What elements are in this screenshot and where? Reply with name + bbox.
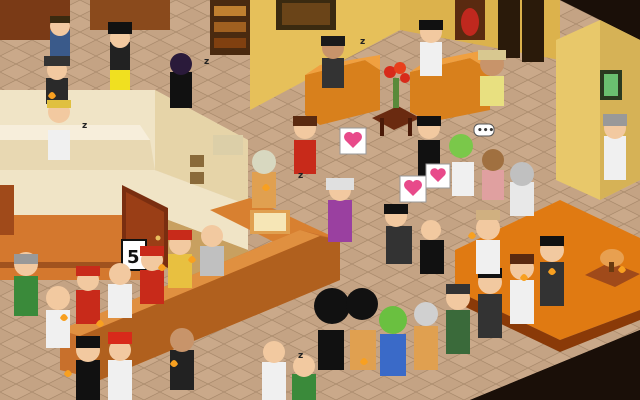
heart-sign-icon	[399, 175, 427, 203]
avatar[interactable]	[108, 263, 132, 318]
sign-number: 5	[127, 247, 140, 268]
heart-sign-icon	[425, 163, 451, 189]
avatar[interactable]	[200, 225, 224, 276]
avatar[interactable]	[14, 252, 38, 316]
avatar[interactable]	[510, 162, 534, 216]
avatar[interactable]	[379, 306, 407, 376]
avatar[interactable]	[326, 178, 354, 242]
avatar[interactable]	[108, 22, 132, 90]
red-vase	[461, 8, 479, 36]
avatar[interactable]	[252, 150, 276, 208]
right-pillar	[556, 20, 640, 200]
key-rack[interactable]	[0, 185, 14, 235]
avatar[interactable]	[482, 149, 504, 200]
avatar[interactable]	[476, 210, 500, 274]
avatar[interactable]	[321, 36, 345, 88]
speech-bubble-text: •••	[477, 126, 494, 136]
avatar[interactable]	[140, 246, 164, 304]
game-room-scene[interactable]: 5 ••• z z z z z	[0, 0, 640, 400]
avatar[interactable]	[170, 53, 192, 108]
sleep-z-icon: z	[298, 171, 303, 181]
avatar[interactable]	[262, 341, 286, 400]
avatar[interactable]	[76, 266, 100, 324]
avatar[interactable]	[170, 328, 194, 390]
avatar[interactable]	[446, 284, 470, 354]
avatar[interactable]	[292, 355, 316, 400]
avatar[interactable]	[414, 302, 438, 370]
avatar[interactable]	[478, 268, 502, 338]
avatar[interactable]	[478, 50, 506, 106]
room-canvas[interactable]: 5 ••• z z z z z	[0, 0, 640, 400]
sleep-z-icon: z	[204, 57, 209, 67]
sleep-z-icon: z	[360, 37, 365, 47]
avatar[interactable]	[449, 134, 474, 196]
avatar[interactable]	[510, 254, 534, 324]
sleep-z-icon: z	[82, 121, 87, 131]
avatar[interactable]	[293, 116, 317, 174]
avatar[interactable]	[603, 114, 627, 180]
sleep-z-icon: z	[298, 351, 303, 361]
avatar[interactable]	[44, 56, 70, 104]
avatar[interactable]	[50, 16, 70, 58]
heart-sign-icon	[339, 127, 367, 155]
wall-scroll-1	[498, 0, 520, 58]
wall-scroll-2	[522, 0, 544, 62]
avatar[interactable]	[384, 204, 412, 264]
avatar[interactable]	[168, 230, 192, 288]
avatar[interactable]	[420, 220, 444, 274]
speech-bubble-icon: •••	[473, 123, 495, 137]
avatar[interactable]	[47, 100, 71, 160]
avatar[interactable]	[76, 336, 100, 400]
avatar[interactable]	[419, 20, 443, 76]
avatar[interactable]	[108, 332, 132, 400]
